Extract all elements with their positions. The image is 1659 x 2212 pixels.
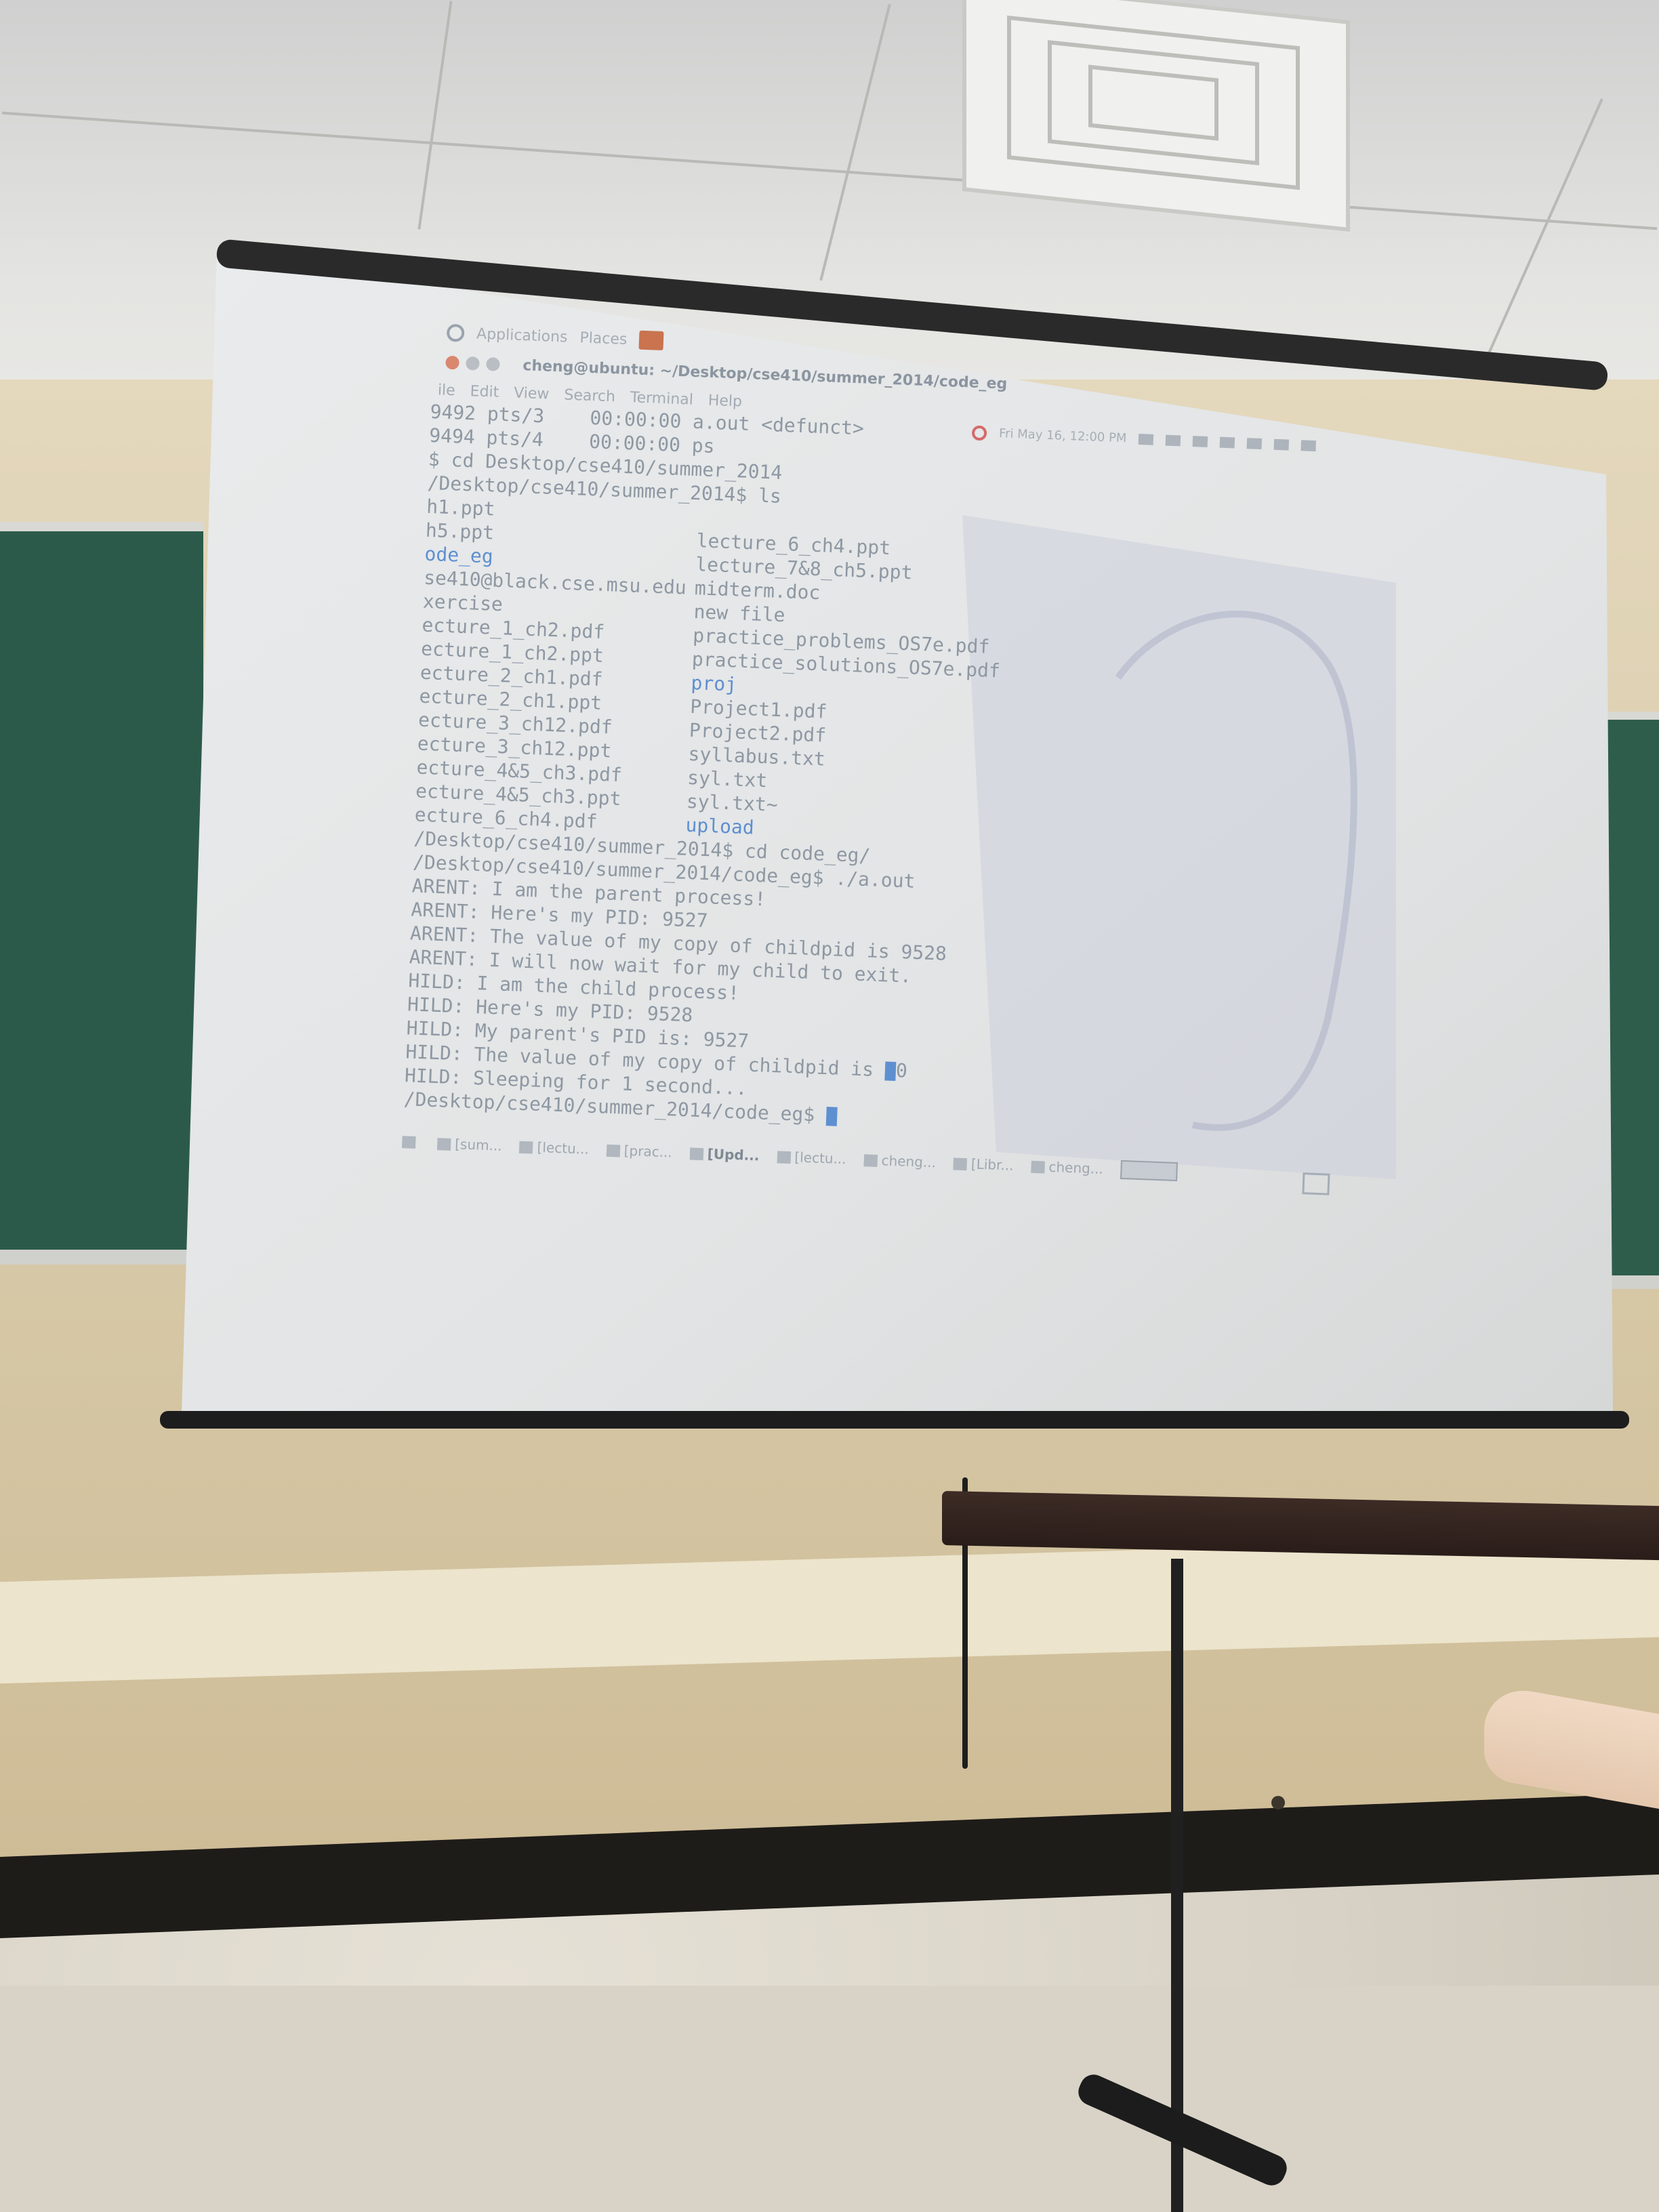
taskbar-item-label: [lectu... — [794, 1148, 847, 1167]
menu-file[interactable]: ile — [437, 378, 455, 403]
window-icon — [777, 1151, 791, 1164]
taskbar-item[interactable]: [lectu... — [519, 1134, 590, 1161]
taskbar-item[interactable]: [sum... — [436, 1132, 503, 1158]
taskbar-item-label: cheng... — [881, 1151, 937, 1170]
minimize-icon[interactable] — [466, 356, 480, 371]
ubuntu-logo-icon[interactable] — [446, 323, 465, 342]
folder-icon[interactable] — [638, 330, 664, 351]
child-value-suffix: 0 — [895, 1059, 908, 1082]
taskbar-item[interactable]: cheng... — [1031, 1154, 1104, 1181]
terminal-window: Applications Places cheng@ubuntu: ~/Desk… — [401, 319, 1409, 1202]
close-icon[interactable] — [445, 355, 459, 370]
taskbar-item[interactable]: cheng... — [863, 1148, 937, 1174]
maximize-icon[interactable] — [486, 357, 500, 371]
taskbar-item-label: cheng... — [1048, 1158, 1104, 1177]
ls-entry: new file — [693, 600, 786, 627]
taskbar-item[interactable]: [Libr... — [953, 1151, 1014, 1177]
taskbar-item-label: [Libr... — [970, 1155, 1015, 1174]
window-icon — [863, 1154, 878, 1168]
taskbar-item[interactable]: [prac... — [606, 1138, 672, 1164]
taskbar-item[interactable]: [lectu... — [777, 1145, 847, 1171]
screen-bottom-bar — [160, 1411, 1629, 1429]
ls-entry: upload — [684, 813, 755, 839]
applications-menu[interactable]: Applications — [476, 322, 569, 349]
window-icon — [606, 1144, 621, 1158]
show-desktop-icon[interactable] — [401, 1136, 416, 1149]
ls-entry: proj — [691, 671, 737, 696]
ls-entry: syl.txt — [687, 766, 768, 792]
menu-edit[interactable]: Edit — [470, 380, 499, 405]
places-menu[interactable]: Places — [579, 326, 628, 352]
trash-icon[interactable] — [1302, 1172, 1330, 1195]
text-cursor — [825, 1107, 838, 1126]
window-icon — [689, 1147, 704, 1161]
window-icon — [519, 1141, 533, 1154]
window-icon — [1031, 1160, 1045, 1174]
taskbar-item[interactable]: [Upd... — [689, 1141, 760, 1168]
selection-cursor — [884, 1061, 897, 1081]
taskbar-item-label: [lectu... — [537, 1139, 590, 1158]
window-icon — [953, 1158, 968, 1171]
taskbar-item-label: [Upd... — [707, 1145, 760, 1164]
taskbar-item-label: [prac... — [623, 1142, 673, 1160]
taskbar-item-label: [sum... — [454, 1135, 503, 1154]
ls-entry: syl.txt~ — [686, 790, 779, 817]
terminal-output[interactable]: 9492 pts/3 00:00:00 a.out <defunct> 9494 … — [403, 400, 1406, 1149]
workspace-switcher[interactable] — [1120, 1160, 1179, 1182]
window-icon — [436, 1138, 451, 1151]
